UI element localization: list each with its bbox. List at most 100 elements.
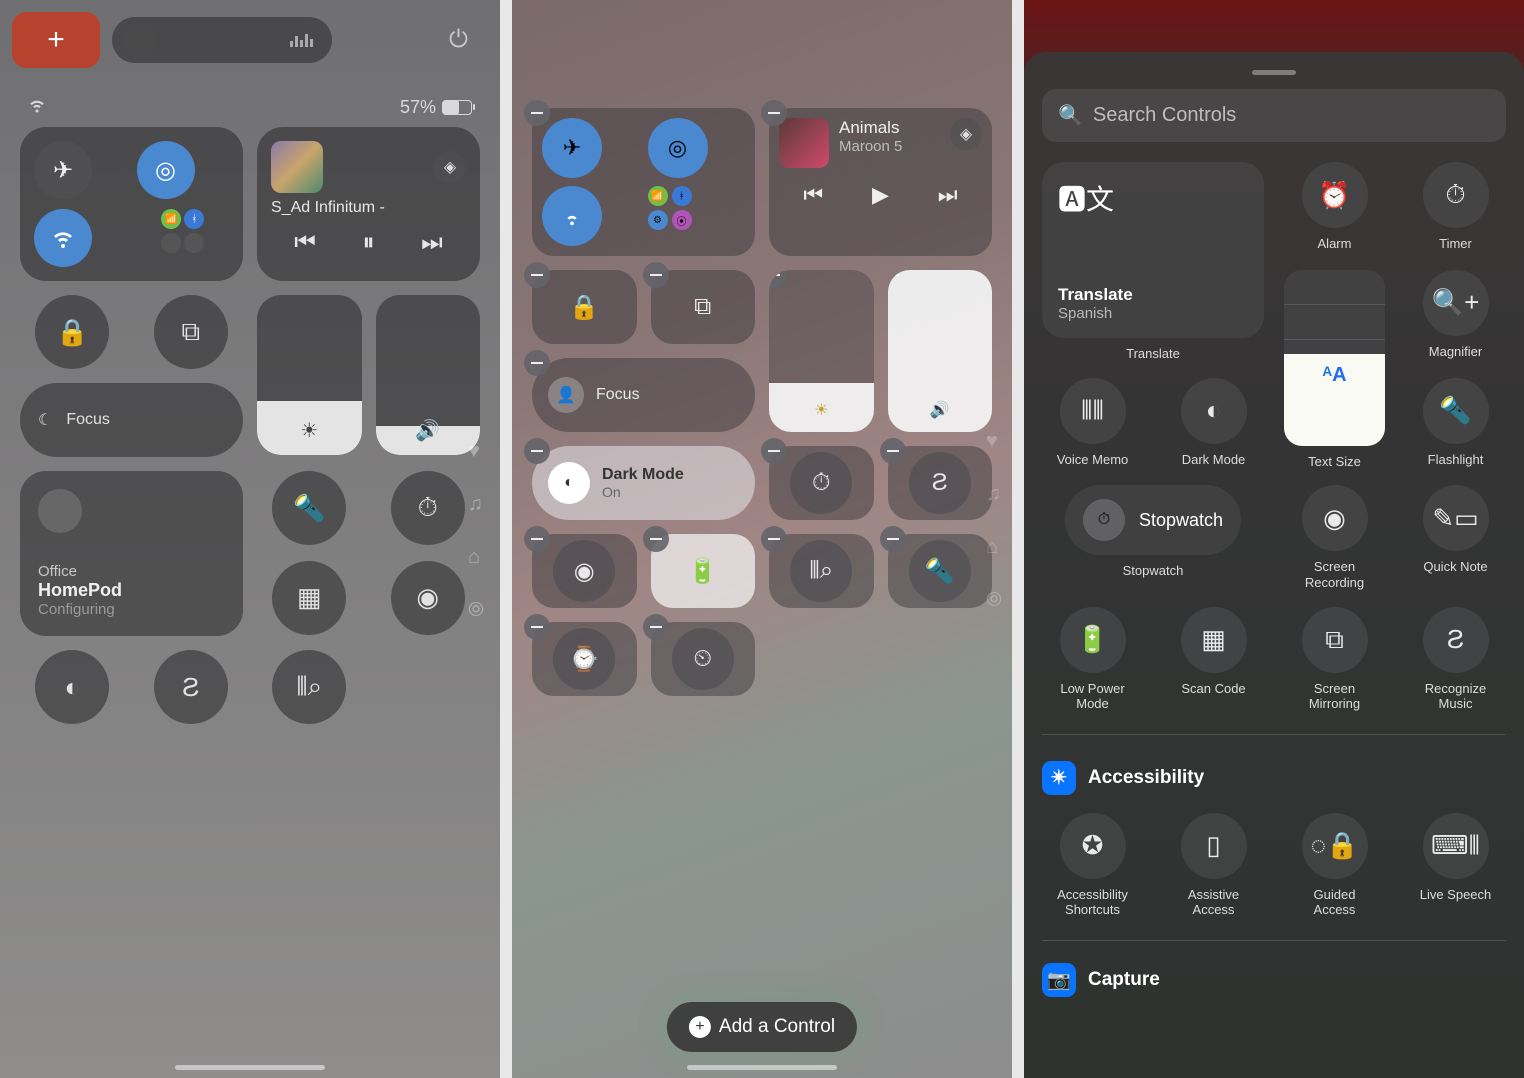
media-edit-tile[interactable]: Animals Maroon 5 ◈ ⏮ ▶ ⏭ [769, 108, 992, 256]
flashlight-edit[interactable]: 🔦 [888, 534, 993, 608]
forward-icon[interactable]: ⏭ [938, 182, 958, 208]
moon-icon: ☾ [38, 410, 52, 430]
orientation-lock-icon[interactable]: 🔒 [35, 295, 109, 369]
airplay-icon[interactable]: ◈ [434, 151, 466, 183]
wifi-icon[interactable] [34, 209, 92, 267]
dark-mode-control[interactable]: ◐Dark Mode [1163, 378, 1264, 470]
accessibility-section-icon: ✴︎ [1042, 761, 1076, 795]
brightness-edit[interactable]: ☀︎ [769, 270, 874, 432]
remove-icon[interactable] [524, 100, 550, 126]
magnifier-icon: 🔍+ [1423, 270, 1489, 336]
record-edit[interactable]: ◉ [532, 534, 637, 608]
media-tile[interactable]: ◈ S_Ad Infinitum - ⏮ ⏸ ⏭ [257, 127, 480, 281]
heart-icon: ♥ [986, 430, 1002, 453]
timer-edit[interactable]: ⏱ [769, 446, 874, 520]
home-icon: ⌂ [468, 546, 484, 569]
keyboard-speech-icon: ⌨︎⦀ [1423, 813, 1489, 879]
search-icon: 🔍 [1058, 103, 1083, 128]
airplane-icon[interactable]: ✈︎ [542, 118, 602, 178]
voice-memo-control[interactable]: ⦀⦀Voice Memo [1042, 378, 1143, 470]
qr-icon: ▦ [1181, 607, 1247, 673]
airdrop-icon[interactable]: ◎ [137, 141, 195, 199]
dynamic-island[interactable] [112, 17, 332, 63]
home-indicator[interactable] [175, 1065, 325, 1070]
panel-controls-gallery: 🔍 Search Controls 🅰︎文 Translate Spanish … [1024, 0, 1524, 1078]
homepod-tile[interactable]: Office HomePod Configuring [20, 471, 243, 636]
scan-code-control[interactable]: ▦Scan Code [1163, 607, 1264, 712]
accessibility-header: ✴︎ Accessibility [1042, 761, 1506, 795]
wifi-icon[interactable] [542, 186, 602, 246]
page-indicators[interactable]: ♥♫⌂⦾ [986, 430, 1002, 612]
album-art [779, 118, 829, 168]
watch-edit[interactable]: ⌚ [532, 622, 637, 696]
shazam-icon[interactable]: Ƨ [154, 650, 228, 724]
dark-mode-edit[interactable]: ◐ Dark Mode On [532, 446, 755, 520]
add-control-button[interactable]: + Add a Control [667, 1002, 857, 1052]
cellular-bluetooth-icons[interactable]: 📶 ᚼ [161, 209, 204, 229]
battery-indicator: 57% [400, 96, 472, 119]
airplay-icon[interactable]: ◈ [950, 118, 982, 150]
connectivity-edit-tile[interactable]: ✈︎ ◎ 📶ᚼ ⚙⦿ [532, 108, 755, 256]
assistive-access-control[interactable]: ▯Assistive Access [1163, 813, 1264, 918]
flashlight-icon[interactable]: 🔦 [272, 471, 346, 545]
timer-icon[interactable]: ⏱ [391, 471, 465, 545]
low-power-edit[interactable]: 🔋 [651, 534, 756, 608]
brightness-slider[interactable]: ☀︎ [257, 295, 362, 455]
orientation-lock-edit[interactable]: 🔒 [532, 270, 637, 344]
airdrop-icon[interactable]: ◎ [648, 118, 708, 178]
volume-slider[interactable]: 🔊 [376, 295, 481, 455]
screen-mirroring-icon[interactable]: ⧉ [154, 295, 228, 369]
shazam-edit[interactable]: Ƨ [888, 446, 993, 520]
sound-recog-edit[interactable]: ⦀⌕ [769, 534, 874, 608]
live-speech-control[interactable]: ⌨︎⦀Live Speech [1405, 813, 1506, 918]
pause-icon[interactable]: ⏸ [363, 229, 375, 257]
accessibility-shortcuts-control[interactable]: ✪Accessibility Shortcuts [1042, 813, 1143, 918]
screen-mirroring-control[interactable]: ⧉Screen Mirroring [1284, 607, 1385, 712]
dark-mode-icon[interactable]: ◐ [35, 650, 109, 724]
mirroring-edit[interactable]: ⧉ [651, 270, 756, 344]
play-icon[interactable]: ▶ [872, 182, 889, 208]
forward-icon[interactable]: ⏭ [421, 229, 443, 257]
quick-note-control[interactable]: ✎▭Quick Note [1405, 485, 1506, 590]
search-input[interactable]: 🔍 Search Controls [1042, 89, 1506, 142]
text-size-control[interactable]: ᴬA [1284, 270, 1385, 446]
guided-access-control[interactable]: ◌🔒Guided Access [1284, 813, 1385, 918]
track-title: S_Ad Infinitum - [271, 199, 466, 217]
music-icon: ♫ [468, 493, 484, 516]
magnifier-control[interactable]: 🔍+Magnifier [1405, 270, 1506, 362]
stopwatch-control[interactable]: ⏱ Stopwatch [1065, 485, 1241, 555]
airplane-mode-icon[interactable]: ✈︎ [34, 141, 92, 199]
flashlight-control[interactable]: 🔦Flashlight [1405, 378, 1506, 470]
recognize-music-control[interactable]: ƧRecognize Music [1405, 607, 1506, 712]
home-indicator[interactable] [687, 1065, 837, 1070]
focus-tile[interactable]: ☾ Focus [20, 383, 243, 457]
voice-memo-icon: ⦀⦀ [1060, 378, 1126, 444]
rewind-icon[interactable]: ⏮ [803, 182, 823, 208]
sound-recognition-icon[interactable]: ⦀⌕ [272, 650, 346, 724]
album-art [271, 141, 323, 193]
focus-edit[interactable]: 👤 Focus [532, 358, 755, 432]
alarm-edit[interactable]: ⏲ [651, 622, 756, 696]
translate-icon: 🅰︎文 [1058, 178, 1248, 218]
camera-section-icon: 📷 [1042, 963, 1076, 997]
panel-control-center: + ⏻ 57% ✈︎ ◎ 📶 ᚼ [0, 0, 500, 1078]
translate-card[interactable]: 🅰︎文 Translate Spanish [1042, 162, 1264, 338]
alarm-control[interactable]: ⏰Alarm [1284, 162, 1385, 254]
add-button[interactable]: + [12, 12, 100, 68]
volume-edit[interactable]: 🔊 [888, 270, 993, 432]
shazam-icon: Ƨ [1423, 607, 1489, 673]
screen-record-icon[interactable]: ◉ [391, 561, 465, 635]
page-indicators[interactable]: ♥ ♫ ⌂ ⦾ [468, 440, 484, 622]
homepod-icon [38, 489, 82, 533]
rewind-icon[interactable]: ⏮ [294, 229, 316, 257]
guided-icon: ◌🔒 [1302, 813, 1368, 879]
sheet-grabber[interactable] [1252, 70, 1296, 75]
screen-recording-control[interactable]: ◉Screen Recording [1284, 485, 1385, 590]
connectivity-tile[interactable]: ✈︎ ◎ 📶 ᚼ [20, 127, 243, 281]
qr-scan-icon[interactable]: ▦ [272, 561, 346, 635]
low-power-control[interactable]: 🔋Low Power Mode [1042, 607, 1143, 712]
assistive-icon: ▯ [1181, 813, 1247, 879]
power-icon[interactable]: ⏻ [449, 26, 468, 54]
timer-control[interactable]: ⏱Timer [1405, 162, 1506, 254]
remove-icon[interactable] [761, 100, 787, 126]
